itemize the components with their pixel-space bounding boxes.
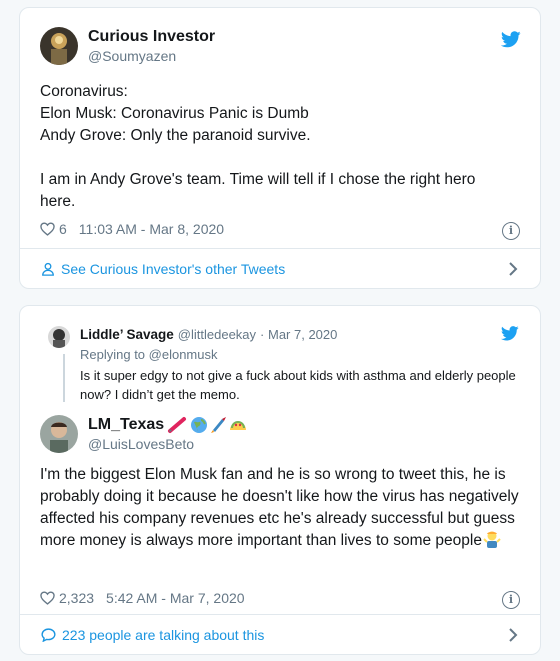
footer-link-label: See Curious Investor's other Tweets — [61, 260, 286, 277]
tweet-text: Coronavirus: Elon Musk: Coronavirus Pani… — [40, 83, 476, 210]
author-handle[interactable]: @LuisLovesBeto — [88, 435, 248, 453]
tweet-author[interactable]: Curious Investor @Soumyazen — [40, 27, 215, 65]
like-count[interactable]: 6 — [59, 221, 67, 237]
twitter-bird-icon[interactable] — [501, 326, 519, 341]
tweet-card-curious-investor: Curious Investor @Soumyazen Coronavirus:… — [19, 7, 541, 289]
footer-link-label: 223 people are talking about this — [62, 626, 265, 643]
quoted-header: Liddle’ Savage @littledeekay · Mar 7, 20… — [80, 327, 337, 342]
quoted-avatar[interactable] — [48, 326, 70, 348]
avatar[interactable] — [40, 27, 78, 65]
quoted-author-handle[interactable]: @littledeekay — [178, 327, 256, 342]
twitter-bird-icon[interactable] — [501, 31, 521, 48]
quoted-author-name[interactable]: Liddle’ Savage — [80, 327, 174, 342]
timestamp[interactable]: 11:03 AM - Mar 8, 2020 — [79, 221, 224, 237]
thread-line — [63, 354, 65, 402]
rocket-emoji-icon — [211, 417, 227, 433]
person-icon — [41, 262, 55, 276]
author-handle[interactable]: @Soumyazen — [88, 47, 215, 65]
tweet-meta: 6 11:03 AM - Mar 8, 2020 — [40, 221, 224, 237]
info-icon[interactable]: i — [502, 591, 520, 609]
tweet-text: I'm the biggest Elon Musk fan and he is … — [40, 464, 530, 552]
chevron-right-icon[interactable] — [508, 261, 518, 277]
people-talking-link[interactable]: 223 people are talking about this — [20, 614, 540, 654]
globe-emoji-icon — [191, 417, 208, 433]
quoted-text: Is it super edgy to not give a fuck abou… — [80, 368, 516, 402]
heart-icon[interactable] — [40, 591, 55, 605]
quoted-date[interactable]: · Mar 7, 2020 — [260, 327, 337, 342]
info-icon[interactable]: i — [502, 222, 520, 240]
author-name[interactable]: LM_Texas — [88, 415, 164, 435]
name-emojis — [167, 416, 248, 434]
tweet-meta: 2,323 5:42 AM - Mar 7, 2020 — [40, 590, 245, 606]
pen-emoji-icon — [168, 417, 187, 433]
see-other-tweets-link[interactable]: See Curious Investor's other Tweets — [20, 248, 540, 288]
man-shrugging-emoji-icon — [483, 531, 501, 548]
taco-emoji-icon — [230, 421, 247, 430]
author-name[interactable]: Curious Investor — [88, 27, 215, 47]
heart-icon[interactable] — [40, 222, 55, 236]
tweet-card-lm-texas: Liddle’ Savage @littledeekay · Mar 7, 20… — [19, 305, 541, 655]
avatar[interactable] — [40, 415, 78, 453]
comment-icon — [41, 627, 56, 642]
like-count[interactable]: 2,323 — [59, 590, 94, 606]
tweet-author[interactable]: LM_Texas @LuisLovesBeto — [40, 415, 248, 453]
timestamp[interactable]: 5:42 AM - Mar 7, 2020 — [106, 590, 245, 606]
chevron-right-icon[interactable] — [508, 627, 518, 643]
replying-to[interactable]: Replying to @elonmusk — [80, 347, 217, 362]
tweet-text-content: I'm the biggest Elon Musk fan and he is … — [40, 466, 523, 549]
